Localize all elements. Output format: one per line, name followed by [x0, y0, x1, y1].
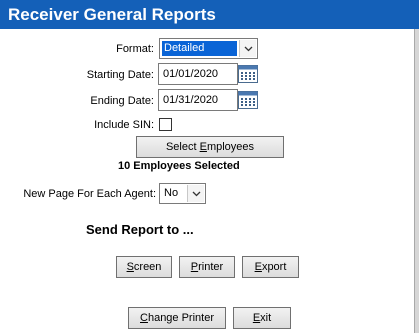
include-sin-checkbox[interactable]	[159, 118, 172, 131]
select-employees-label-post: mployees	[206, 141, 255, 153]
starting-date-label: Starting Date:	[86, 69, 154, 81]
exit-button[interactable]: Exit	[233, 307, 291, 329]
change-printer-button-key: C	[140, 312, 148, 324]
chevron-down-icon[interactable]	[239, 40, 256, 57]
new-page-value: No	[164, 187, 179, 199]
export-button-rest: xport	[261, 261, 287, 273]
select-employees-label-key: E	[199, 141, 207, 153]
window-title: Receiver General Reports	[0, 0, 419, 29]
select-employees-label-pre: Select	[165, 141, 200, 153]
format-label: Format:	[116, 43, 154, 55]
include-sin-label: Include SIN:	[94, 119, 154, 131]
change-printer-button[interactable]: Change Printer	[128, 307, 226, 329]
starting-date-input[interactable]: 01/01/2020	[158, 63, 238, 85]
export-button-key: E	[254, 261, 262, 273]
ending-date-label: Ending Date:	[90, 95, 154, 107]
format-value: Detailed	[162, 41, 237, 56]
new-page-select[interactable]: No	[159, 183, 206, 204]
calendar-icon[interactable]	[238, 65, 258, 83]
employees-selected-text: 10 Employees Selected	[118, 160, 240, 172]
chevron-down-icon[interactable]	[187, 185, 204, 202]
screen-button[interactable]: Screen	[116, 256, 172, 278]
select-employees-button[interactable]: Select Employees	[136, 136, 284, 158]
ending-date-input[interactable]: 01/31/2020	[158, 89, 238, 111]
change-printer-button-rest: hange Printer	[147, 312, 214, 324]
send-report-heading: Send Report to ...	[86, 222, 194, 237]
exit-button-rest: xit	[260, 312, 272, 324]
screen-button-key: S	[126, 261, 134, 273]
printer-button-rest: rinter	[198, 261, 224, 273]
calendar-icon[interactable]	[238, 91, 258, 109]
new-page-label: New Page For Each Agent:	[23, 188, 156, 200]
screen-button-rest: creen	[133, 261, 162, 273]
export-button[interactable]: Export	[242, 256, 299, 278]
window-frame-edge	[414, 29, 419, 333]
format-select[interactable]: Detailed	[159, 38, 258, 59]
printer-button[interactable]: Printer	[179, 256, 235, 278]
